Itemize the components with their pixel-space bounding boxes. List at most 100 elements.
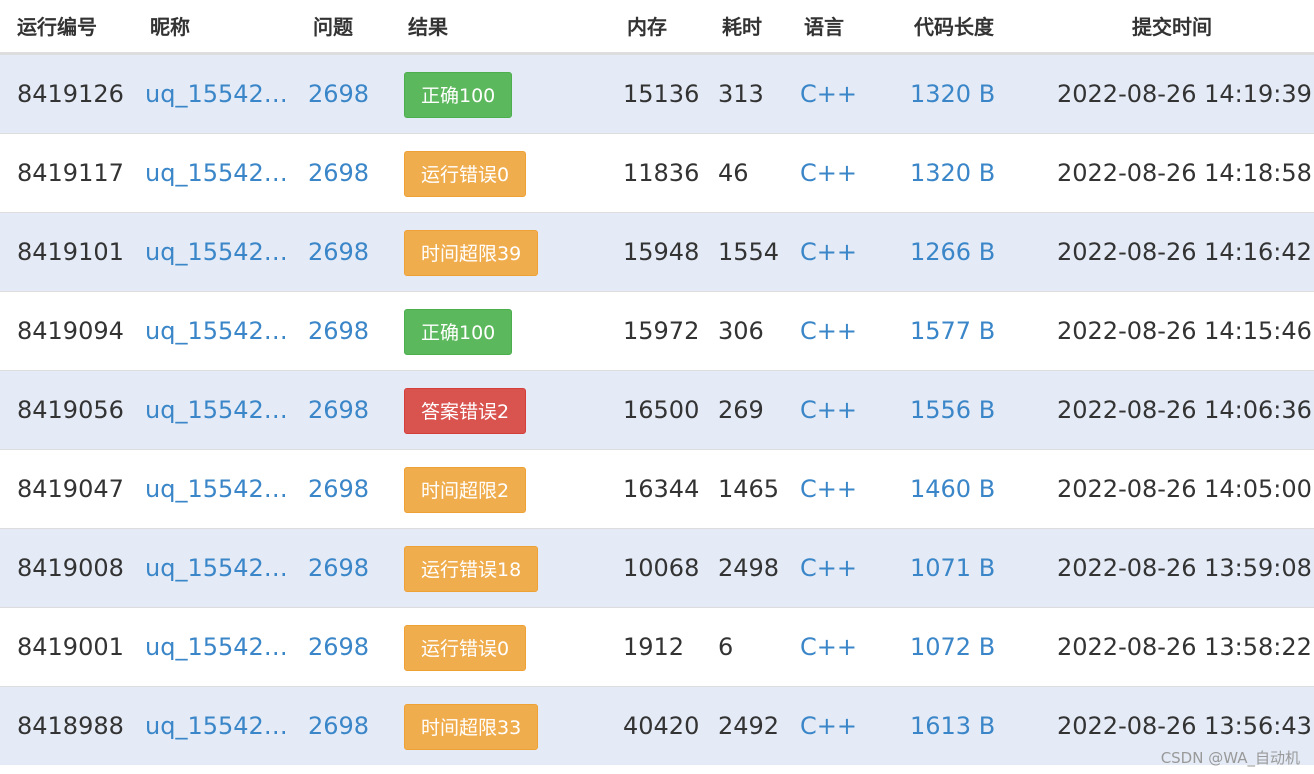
table-row: 8419056 uq_155420… 2698 答案错误2 16500 269 C++ 155… — [0, 370, 1314, 449]
language-link[interactable]: C++ — [800, 529, 857, 607]
memory-cell: 15972 — [623, 317, 700, 345]
header-code-length: 代码长度 — [914, 15, 994, 39]
submit-time-cell: 2022-08-26 14:05:00 — [1057, 475, 1312, 503]
problem-link[interactable]: 2698 — [308, 687, 369, 765]
run-id-cell: 8419126 — [17, 80, 124, 108]
memory-cell: 11836 — [623, 159, 700, 187]
language-link[interactable]: C++ — [800, 687, 857, 765]
language-link[interactable]: C++ — [800, 55, 857, 133]
language-link[interactable]: C++ — [800, 371, 857, 449]
run-id-cell: 8419094 — [17, 317, 124, 345]
result-badge[interactable]: 运行错误18 — [404, 546, 539, 592]
memory-cell: 40420 — [623, 712, 700, 740]
time-cell: 46 — [718, 159, 749, 187]
run-id-cell: 8419047 — [17, 475, 124, 503]
nickname-link[interactable]: uq_155420… — [145, 450, 295, 528]
nickname-link[interactable]: uq_155420… — [145, 213, 295, 291]
table-row: 8419001 uq_155420… 2698 运行错误0 1912 6 C++ 1072 B… — [0, 607, 1314, 686]
submit-time-cell: 2022-08-26 14:06:36 — [1057, 396, 1312, 424]
header-problem: 问题 — [313, 15, 353, 39]
code-length-link[interactable]: 1320 B — [910, 55, 995, 133]
problem-link[interactable]: 2698 — [308, 371, 369, 449]
submission-table: 运行编号 昵称 问题 结果 内存 耗时 语言 代码长度 提交时间 8419126… — [0, 0, 1314, 765]
problem-link[interactable]: 2698 — [308, 213, 369, 291]
nickname-link[interactable]: uq_155420… — [145, 529, 295, 607]
run-id-cell: 8418988 — [17, 712, 124, 740]
time-cell: 269 — [718, 396, 764, 424]
nickname-link[interactable]: uq_155420… — [145, 292, 295, 370]
code-length-link[interactable]: 1071 B — [910, 529, 995, 607]
memory-cell: 10068 — [623, 554, 700, 582]
result-badge[interactable]: 时间超限39 — [404, 230, 539, 276]
run-id-cell: 8419008 — [17, 554, 124, 582]
result-badge[interactable]: 正确100 — [404, 309, 513, 355]
header-nickname: 昵称 — [150, 15, 190, 39]
result-badge[interactable]: 时间超限33 — [404, 704, 539, 750]
result-badge[interactable]: 运行错误0 — [404, 625, 527, 671]
language-link[interactable]: C++ — [800, 450, 857, 528]
code-length-link[interactable]: 1266 B — [910, 213, 995, 291]
time-cell: 6 — [718, 633, 734, 661]
code-length-link[interactable]: 1320 B — [910, 134, 995, 212]
result-badge[interactable]: 正确100 — [404, 72, 513, 118]
memory-cell: 16344 — [623, 475, 700, 503]
problem-link[interactable]: 2698 — [308, 608, 369, 686]
time-cell: 1465 — [718, 475, 780, 503]
table-row: 8419117 uq_155420… 2698 运行错误0 11836 46 C++ 1320… — [0, 133, 1314, 212]
header-result: 结果 — [408, 15, 448, 39]
result-badge[interactable]: 答案错误2 — [404, 388, 527, 434]
table-row: 8419008 uq_155420… 2698 运行错误18 10068 2498 C++ 1… — [0, 528, 1314, 607]
run-id-cell: 8419001 — [17, 633, 124, 661]
header-run-id: 运行编号 — [17, 15, 97, 39]
run-id-cell: 8419056 — [17, 396, 124, 424]
language-link[interactable]: C++ — [800, 292, 857, 370]
header-time: 耗时 — [722, 15, 762, 39]
code-length-link[interactable]: 1613 B — [910, 687, 995, 765]
time-cell: 306 — [718, 317, 764, 345]
nickname-link[interactable]: uq_155420… — [145, 134, 295, 212]
submit-time-cell: 2022-08-26 14:18:58 — [1057, 159, 1312, 187]
table-row: 8419094 uq_155420… 2698 正确100 15972 306 C++ 157… — [0, 291, 1314, 370]
table-body: 8419126 uq_155420… 2698 正确100 15136 313 C++ 132… — [0, 54, 1314, 765]
result-badge[interactable]: 运行错误0 — [404, 151, 527, 197]
submit-time-cell: 2022-08-26 14:16:42 — [1057, 238, 1312, 266]
nickname-link[interactable]: uq_155420… — [145, 687, 295, 765]
problem-link[interactable]: 2698 — [308, 134, 369, 212]
run-id-cell: 8419117 — [17, 159, 124, 187]
header-memory: 内存 — [627, 15, 667, 39]
problem-link[interactable]: 2698 — [308, 450, 369, 528]
time-cell: 313 — [718, 80, 764, 108]
time-cell: 2498 — [718, 554, 780, 582]
code-length-link[interactable]: 1556 B — [910, 371, 995, 449]
memory-cell: 15136 — [623, 80, 700, 108]
table-row: 8419101 uq_155420… 2698 时间超限39 15948 1554 C++ 1… — [0, 212, 1314, 291]
header-submit-time: 提交时间 — [1132, 15, 1212, 39]
time-cell: 1554 — [718, 238, 780, 266]
table-row: 8418988 uq_155420… 2698 时间超限33 40420 2492 C++ 1… — [0, 686, 1314, 765]
submit-time-cell: 2022-08-26 14:19:39 — [1057, 80, 1312, 108]
code-length-link[interactable]: 1460 B — [910, 450, 995, 528]
language-link[interactable]: C++ — [800, 213, 857, 291]
problem-link[interactable]: 2698 — [308, 292, 369, 370]
problem-link[interactable]: 2698 — [308, 529, 369, 607]
time-cell: 2492 — [718, 712, 780, 740]
table-row: 8419126 uq_155420… 2698 正确100 15136 313 C++ 132… — [0, 54, 1314, 133]
header-language: 语言 — [804, 15, 844, 39]
language-link[interactable]: C++ — [800, 608, 857, 686]
code-length-link[interactable]: 1577 B — [910, 292, 995, 370]
result-badge[interactable]: 时间超限2 — [404, 467, 527, 513]
nickname-link[interactable]: uq_155420… — [145, 371, 295, 449]
memory-cell: 15948 — [623, 238, 700, 266]
language-link[interactable]: C++ — [800, 134, 857, 212]
memory-cell: 16500 — [623, 396, 700, 424]
submit-time-cell: 2022-08-26 13:58:22 — [1057, 633, 1312, 661]
problem-link[interactable]: 2698 — [308, 55, 369, 133]
table-row: 8419047 uq_155420… 2698 时间超限2 16344 1465 C++ 14… — [0, 449, 1314, 528]
nickname-link[interactable]: uq_155420… — [145, 608, 295, 686]
code-length-link[interactable]: 1072 B — [910, 608, 995, 686]
memory-cell: 1912 — [623, 633, 685, 661]
submit-time-cell: 2022-08-26 14:15:46 — [1057, 317, 1312, 345]
watermark: CSDN @WA_自动机 — [1160, 749, 1300, 767]
submit-time-cell: 2022-08-26 13:59:08 — [1057, 554, 1312, 582]
nickname-link[interactable]: uq_155420… — [145, 55, 295, 133]
